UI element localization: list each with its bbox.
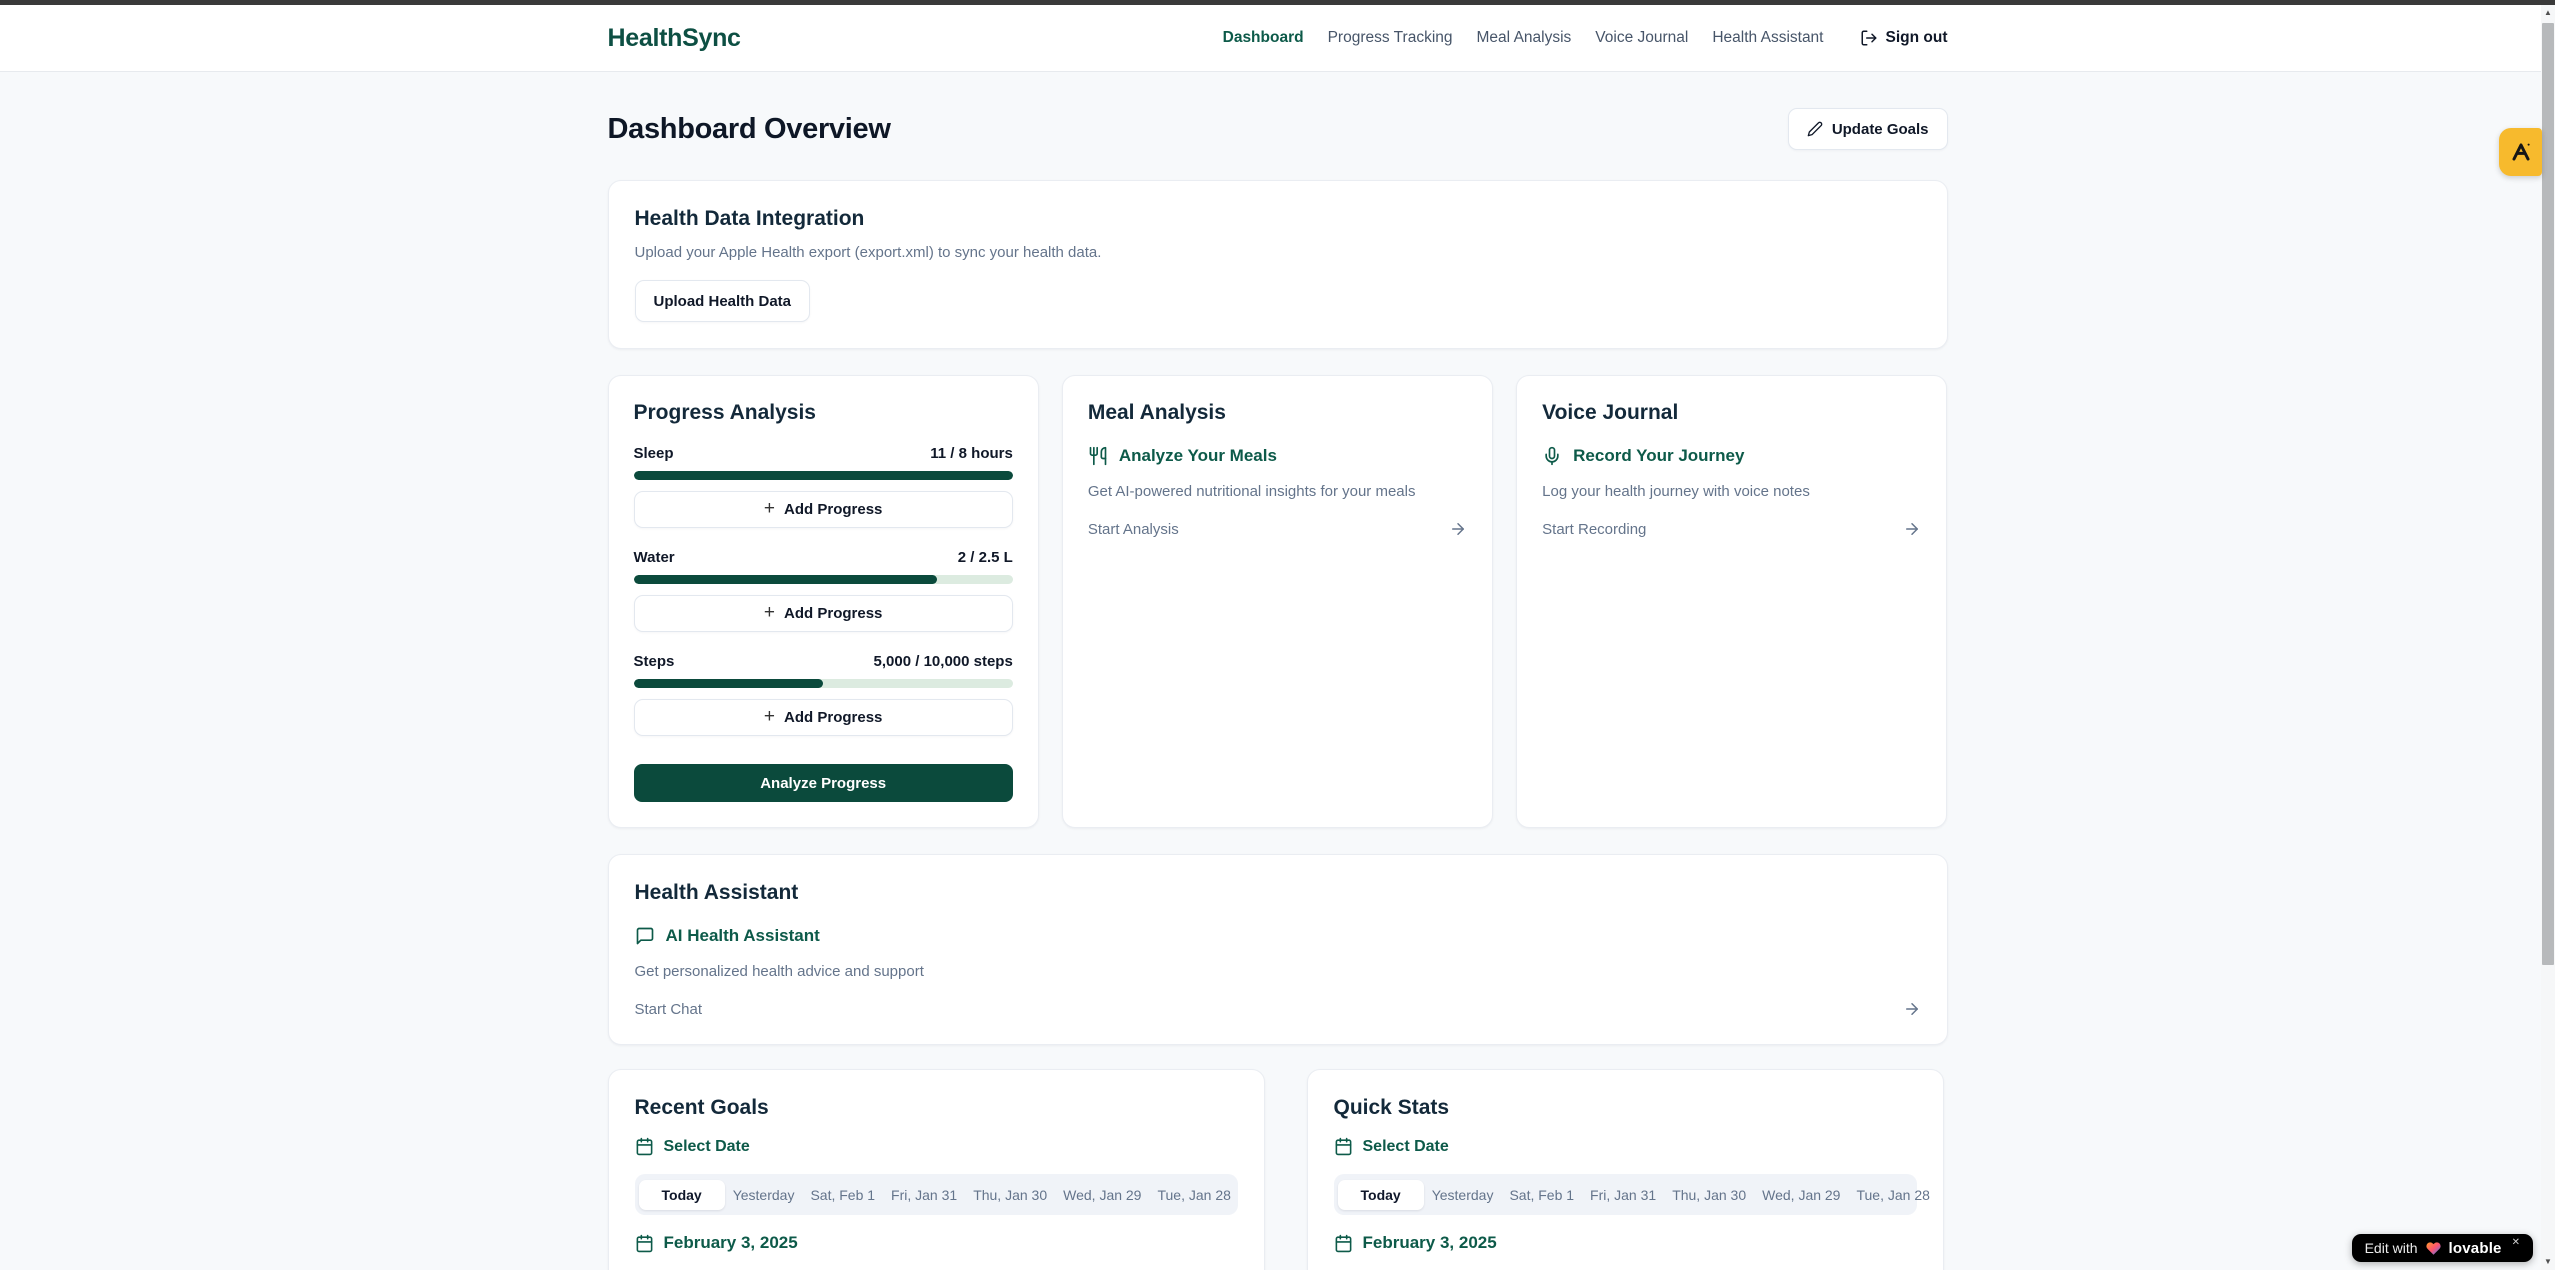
nav-voice-journal[interactable]: Voice Journal <box>1595 29 1688 47</box>
voice-journal-title: Voice Journal <box>1542 401 1921 425</box>
quick-stats-card: Quick Stats Select Date Today Yesterday … <box>1307 1069 1944 1270</box>
select-date-link[interactable]: Select Date <box>1334 1137 1917 1156</box>
analyze-your-meals-link[interactable]: Analyze Your Meals <box>1088 446 1467 466</box>
record-your-journey-link[interactable]: Record Your Journey <box>1542 446 1921 466</box>
heart-icon <box>2425 1241 2442 1256</box>
arrow-right-icon <box>1903 520 1921 538</box>
steps-progress-bar <box>634 679 1013 688</box>
tab-sat-feb-1[interactable]: Sat, Feb 1 <box>1501 1180 1582 1210</box>
sign-out-button[interactable]: Sign out <box>1860 29 1948 47</box>
tab-today[interactable]: Today <box>639 1180 725 1210</box>
start-analysis-row[interactable]: Start Analysis <box>1088 520 1467 538</box>
update-goals-button[interactable]: Update Goals <box>1788 108 1948 150</box>
analyze-progress-button[interactable]: Analyze Progress <box>634 764 1013 802</box>
selected-date[interactable]: February 3, 2025 <box>1334 1233 1917 1253</box>
metric-value: 2 / 2.5 L <box>958 549 1013 566</box>
recent-goals-title: Recent Goals <box>635 1096 1238 1120</box>
meal-analysis-title: Meal Analysis <box>1088 401 1467 425</box>
page-title: Dashboard Overview <box>608 113 891 146</box>
plus-icon: + <box>764 603 775 622</box>
integration-description: Upload your Apple Health export (export.… <box>635 244 1921 261</box>
voice-journal-card: Voice Journal Record Your Journey Log yo… <box>1516 375 1947 828</box>
add-progress-steps-button[interactable]: + Add Progress <box>634 699 1013 736</box>
tab-fri-jan-31[interactable]: Fri, Jan 31 <box>1582 1180 1664 1210</box>
plus-icon: + <box>764 707 775 726</box>
health-assistant-description: Get personalized health advice and suppo… <box>635 963 1921 980</box>
metric-label: Water <box>634 549 675 566</box>
calendar-icon <box>635 1234 654 1253</box>
tab-tue-jan-28[interactable]: Tue, Jan 28 <box>1149 1180 1238 1210</box>
voice-journal-description: Log your health journey with voice notes <box>1542 483 1921 500</box>
metric-sleep: Sleep 11 / 8 hours + Add Progress <box>634 445 1013 528</box>
ai-health-assistant-link[interactable]: AI Health Assistant <box>635 926 1921 946</box>
plus-icon: + <box>764 499 775 518</box>
tab-tue-jan-28[interactable]: Tue, Jan 28 <box>1848 1180 1937 1210</box>
add-progress-water-button[interactable]: + Add Progress <box>634 595 1013 632</box>
lovable-fab-button[interactable] <box>2499 128 2542 176</box>
scroll-down-icon[interactable]: ▼ <box>2541 1254 2555 1270</box>
tab-yesterday[interactable]: Yesterday <box>725 1180 803 1210</box>
add-progress-sleep-button[interactable]: + Add Progress <box>634 491 1013 528</box>
microphone-icon <box>1542 446 1562 466</box>
select-date-link[interactable]: Select Date <box>635 1137 1238 1156</box>
sleep-progress-bar <box>634 471 1013 480</box>
tab-thu-jan-30[interactable]: Thu, Jan 30 <box>965 1180 1055 1210</box>
close-icon[interactable]: ✕ <box>2512 1237 2520 1248</box>
chat-bubble-icon <box>635 926 655 946</box>
integration-title: Health Data Integration <box>635 207 1921 231</box>
logout-icon <box>1860 29 1878 47</box>
metric-label: Sleep <box>634 445 674 462</box>
scrollbar-thumb[interactable] <box>2542 23 2554 965</box>
tab-wed-jan-29[interactable]: Wed, Jan 29 <box>1754 1180 1848 1210</box>
main-nav: Dashboard Progress Tracking Meal Analysi… <box>1223 29 1948 47</box>
tab-fri-jan-31[interactable]: Fri, Jan 31 <box>883 1180 965 1210</box>
metric-value: 11 / 8 hours <box>930 445 1013 462</box>
metric-water: Water 2 / 2.5 L + Add Progress <box>634 549 1013 632</box>
nav-progress-tracking[interactable]: Progress Tracking <box>1328 29 1453 47</box>
metric-steps: Steps 5,000 / 10,000 steps + Add Progres… <box>634 653 1013 736</box>
upload-health-data-button[interactable]: Upload Health Data <box>635 280 811 322</box>
app-logo: HealthSync <box>608 24 741 53</box>
metric-label: Steps <box>634 653 675 670</box>
progress-analysis-card: Progress Analysis Sleep 11 / 8 hours + A… <box>608 375 1039 828</box>
progress-analysis-title: Progress Analysis <box>634 401 1013 425</box>
app-header: HealthSync Dashboard Progress Tracking M… <box>0 5 2555 72</box>
health-assistant-card: Health Assistant AI Health Assistant Get… <box>608 854 1948 1045</box>
meal-analysis-description: Get AI-powered nutritional insights for … <box>1088 483 1467 500</box>
tab-today[interactable]: Today <box>1338 1180 1424 1210</box>
utensils-icon <box>1088 446 1108 466</box>
water-progress-bar <box>634 575 1013 584</box>
meal-analysis-card: Meal Analysis Analyze Your Meals Get AI-… <box>1062 375 1493 828</box>
arrow-right-icon <box>1903 1000 1921 1018</box>
quick-stats-title: Quick Stats <box>1334 1096 1917 1120</box>
arrow-right-icon <box>1449 520 1467 538</box>
calendar-icon <box>635 1137 654 1156</box>
tab-yesterday[interactable]: Yesterday <box>1424 1180 1502 1210</box>
calendar-icon <box>1334 1137 1353 1156</box>
start-chat-row[interactable]: Start Chat <box>635 1000 1921 1018</box>
recent-goals-card: Recent Goals Select Date Today Yesterday… <box>608 1069 1265 1270</box>
edit-with-lovable-badge[interactable]: Edit with lovable ✕ <box>2352 1234 2533 1262</box>
lovable-logo-icon <box>2509 140 2533 164</box>
page-scrollbar[interactable]: ▲ ▼ <box>2541 5 2555 1270</box>
tab-sat-feb-1[interactable]: Sat, Feb 1 <box>802 1180 883 1210</box>
nav-dashboard[interactable]: Dashboard <box>1223 29 1304 47</box>
nav-health-assistant[interactable]: Health Assistant <box>1712 29 1823 47</box>
start-recording-row[interactable]: Start Recording <box>1542 520 1921 538</box>
date-tabs: Today Yesterday Sat, Feb 1 Fri, Jan 31 T… <box>635 1174 1238 1215</box>
selected-date[interactable]: February 3, 2025 <box>635 1233 1238 1253</box>
metric-value: 5,000 / 10,000 steps <box>874 653 1013 670</box>
date-tabs: Today Yesterday Sat, Feb 1 Fri, Jan 31 T… <box>1334 1174 1917 1215</box>
nav-meal-analysis[interactable]: Meal Analysis <box>1477 29 1572 47</box>
tab-wed-jan-29[interactable]: Wed, Jan 29 <box>1055 1180 1149 1210</box>
health-data-integration-card: Health Data Integration Upload your Appl… <box>608 180 1948 349</box>
pencil-icon <box>1807 121 1823 137</box>
health-assistant-title: Health Assistant <box>635 881 1921 905</box>
calendar-icon <box>1334 1234 1353 1253</box>
scroll-up-icon[interactable]: ▲ <box>2541 5 2555 21</box>
tab-thu-jan-30[interactable]: Thu, Jan 30 <box>1664 1180 1754 1210</box>
